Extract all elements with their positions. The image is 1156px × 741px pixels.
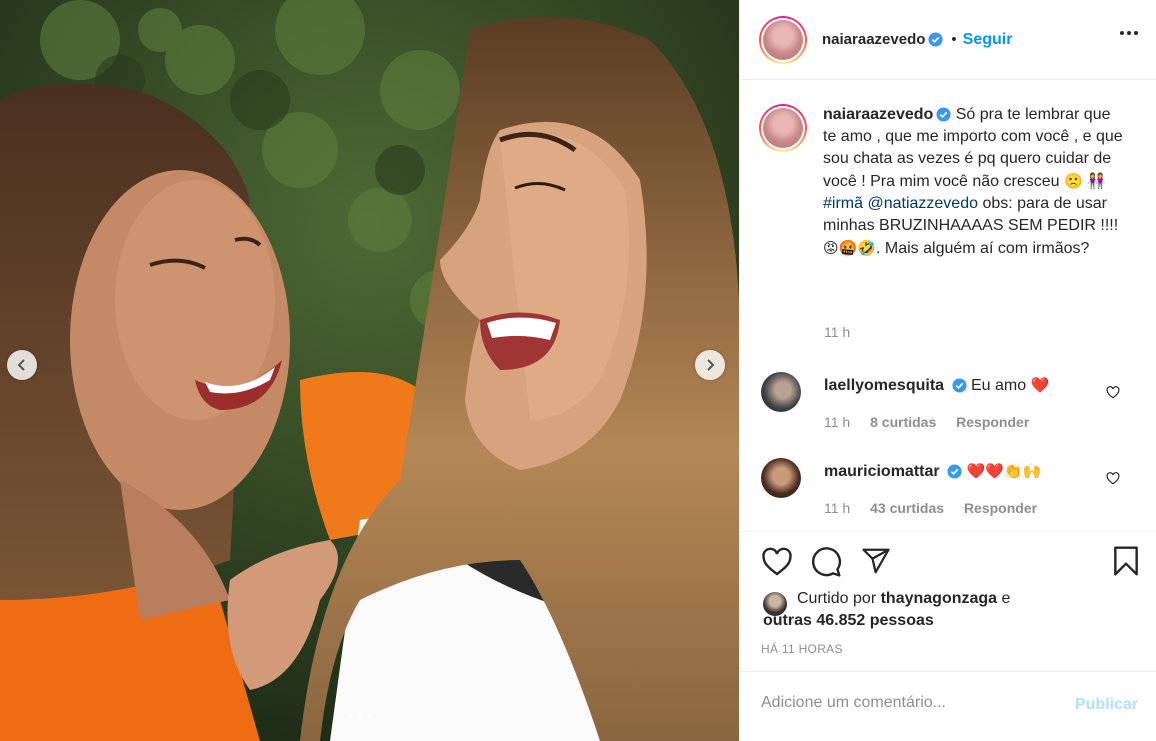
author-username[interactable]: naiaraazevedo (822, 31, 925, 48)
caption-time[interactable]: 11 h (824, 324, 850, 340)
post-photo[interactable] (0, 0, 739, 741)
likes-count-link[interactable]: outras 46.852 pessoas (763, 612, 934, 629)
carousel-dot-active (357, 713, 363, 719)
verified-badge-icon (947, 464, 962, 479)
caption-body-3: . Mais alguém aí com irmãos? (876, 240, 1090, 257)
post-timestamp[interactable]: HÁ 11 HORAS (761, 642, 843, 656)
like-comment-heart-icon[interactable] (1106, 386, 1120, 399)
follow-button[interactable]: Seguir (963, 31, 1013, 49)
reply-button[interactable]: Responder (956, 414, 1029, 430)
comment-emoji: ❤️ (1030, 376, 1050, 394)
publish-button[interactable]: Publicar (1075, 696, 1138, 714)
hashtag-link[interactable]: #irmã (823, 195, 863, 212)
comment-bubble-icon[interactable] (810, 546, 842, 578)
likes-summary: Curtido por thaynagonzaga e outras 46.85… (763, 588, 1143, 632)
comment-meta: 11 h 43 curtidas Responder (824, 500, 1053, 516)
comment-time[interactable]: 11 h (824, 500, 850, 516)
carousel-dot (347, 713, 353, 719)
caption-text: naiaraazevedo Só pra te lembrar que te a… (823, 104, 1123, 260)
add-comment-section: Publicar (740, 671, 1156, 741)
post-header: naiaraazevedo • Seguir (740, 0, 1156, 80)
comment-emoji: ❤️❤️👏🙌 (966, 462, 1042, 480)
verified-badge-icon (951, 378, 967, 393)
post-side-panel: naiaraazevedo • Seguir naiaraazevedo Só … (739, 0, 1156, 741)
commenter-username[interactable]: mauriciomattar (824, 463, 940, 480)
next-photo-button[interactable] (695, 350, 725, 380)
chevron-left-icon (17, 359, 25, 371)
reply-button[interactable]: Responder (964, 500, 1037, 516)
comment-time[interactable]: 11 h (824, 414, 850, 430)
liker-username[interactable]: thaynagonzaga (881, 590, 997, 607)
mention-link[interactable]: @natiazzevedo (867, 195, 978, 212)
caption-username[interactable]: naiaraazevedo (823, 106, 933, 123)
carousel-indicator (347, 713, 373, 719)
commenter-username[interactable]: laellyomesquita (824, 377, 944, 394)
comment-likes[interactable]: 8 curtidas (870, 414, 936, 430)
liker-avatar[interactable] (763, 592, 787, 616)
chevron-right-icon (707, 359, 715, 371)
author-avatar[interactable] (759, 15, 807, 64)
previous-photo-button[interactable] (7, 350, 37, 380)
caption-author-avatar[interactable] (759, 104, 807, 152)
save-bookmark-icon[interactable] (1112, 545, 1140, 577)
like-heart-icon[interactable] (761, 547, 793, 577)
caption-emoji: 🙁 👭 (1063, 172, 1107, 190)
more-options-icon[interactable] (1119, 30, 1139, 36)
post-caption: naiaraazevedo Só pra te lembrar que te a… (759, 104, 1139, 260)
comment-input[interactable] (761, 694, 1061, 712)
action-bar-divider (740, 531, 1156, 532)
carousel-dot (367, 713, 373, 719)
comment-line: mauriciomattar ❤️❤️👏🙌 (824, 462, 1041, 481)
caption-emoji-2: 😡🤬🤣 (823, 239, 876, 257)
comment-likes[interactable]: 43 curtidas (870, 500, 944, 516)
likes-prefix: Curtido por (797, 590, 881, 607)
photo-image (0, 0, 739, 741)
share-send-icon[interactable] (861, 546, 891, 576)
header-separator: • (951, 31, 957, 48)
commenter-avatar[interactable] (761, 458, 801, 498)
like-comment-heart-icon[interactable] (1106, 472, 1120, 485)
verified-badge-icon (936, 107, 951, 122)
verified-badge-icon (928, 32, 943, 47)
likes-conj: e (997, 590, 1011, 607)
comment-line: laellyomesquita Eu amo ❤️ (824, 376, 1049, 395)
comment-meta: 11 h 8 curtidas Responder (824, 414, 1045, 430)
comment-text: Eu amo (970, 377, 1027, 394)
commenter-avatar[interactable] (761, 372, 801, 412)
